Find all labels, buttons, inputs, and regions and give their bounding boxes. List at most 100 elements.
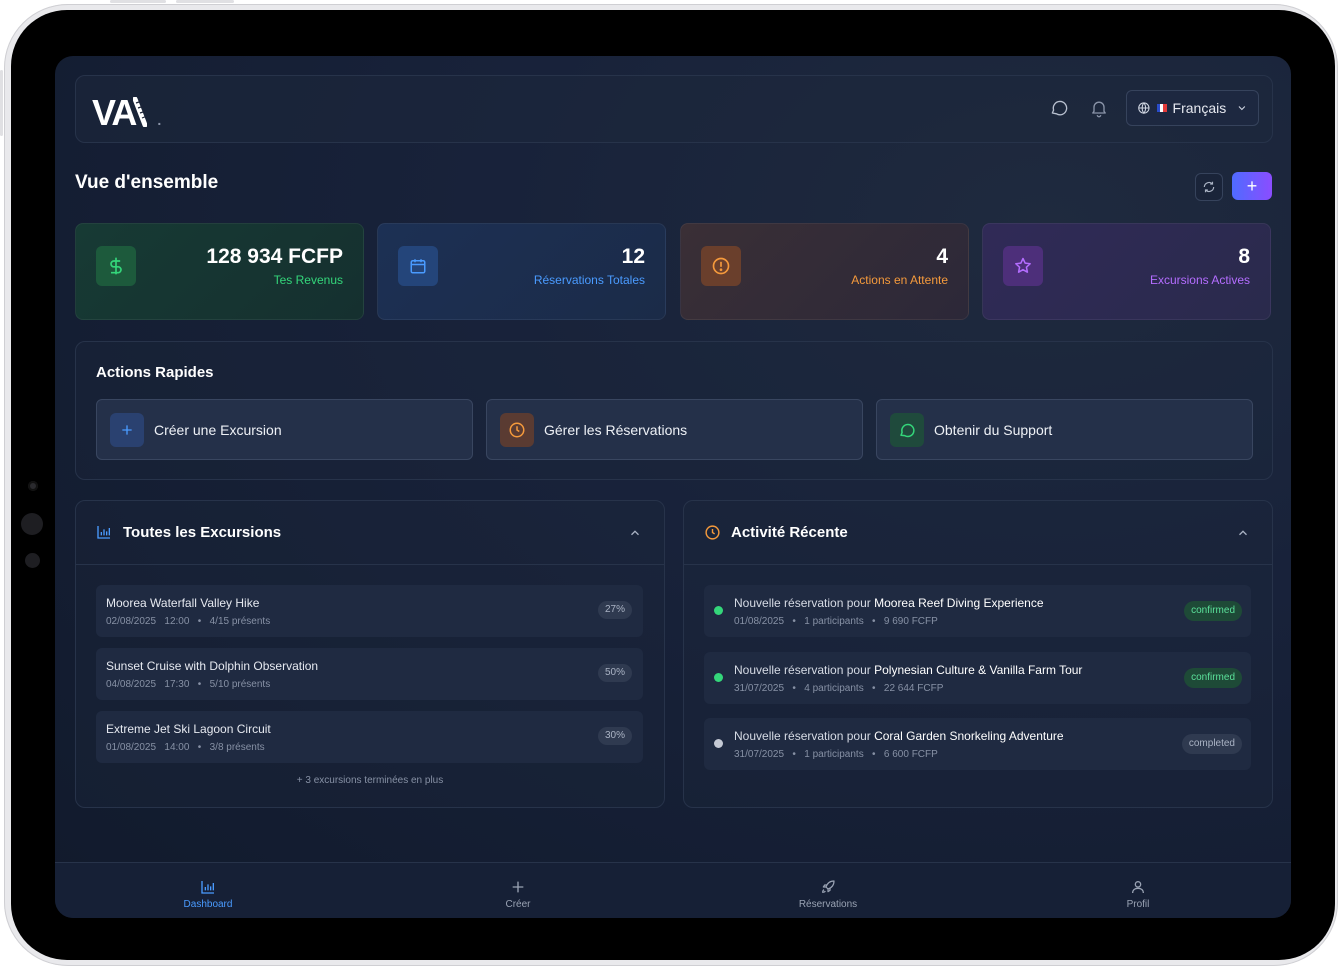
excursions-panel: Toutes les Excursions Moorea Waterfall V… bbox=[75, 500, 665, 808]
activity-row[interactable]: Nouvelle réservation pour Coral Garden S… bbox=[704, 718, 1251, 770]
language-label: Français bbox=[1172, 100, 1227, 116]
stat-card-reservations[interactable]: 12 Réservations Totales bbox=[377, 223, 666, 320]
stat-label: Excursions Actives bbox=[1149, 273, 1250, 287]
excursion-row[interactable]: Moorea Waterfall Valley Hike 02/08/2025 … bbox=[96, 585, 643, 637]
chevron-up-icon[interactable] bbox=[1236, 526, 1250, 540]
excursion-row[interactable]: Sunset Cruise with Dolphin Observation 0… bbox=[96, 648, 643, 700]
stat-label: Actions en Attente bbox=[851, 273, 948, 287]
excursions-header[interactable]: Toutes les Excursions bbox=[76, 501, 664, 565]
bottom-navigation: Dashboard Créer Réservations Profil bbox=[55, 862, 1291, 918]
plus-icon bbox=[512, 881, 524, 893]
chevron-down-icon bbox=[1238, 106, 1246, 111]
chevron-up-icon[interactable] bbox=[628, 526, 642, 540]
chat-icon[interactable] bbox=[1049, 98, 1069, 118]
refresh-button[interactable] bbox=[1195, 173, 1223, 201]
nav-label: Créer bbox=[505, 899, 531, 910]
clock-icon bbox=[705, 525, 720, 540]
language-selector[interactable]: Français bbox=[1126, 90, 1259, 126]
bar-chart-icon bbox=[201, 881, 214, 894]
manage-reservations-button[interactable]: Gérer les Réservations bbox=[486, 399, 863, 460]
quick-action-label: Obtenir du Support bbox=[934, 422, 1053, 438]
camera bbox=[21, 513, 43, 535]
top-header: VA. Français bbox=[75, 75, 1273, 143]
chat-icon bbox=[890, 413, 924, 447]
activity-title: Activité Récente bbox=[731, 524, 848, 541]
stat-value: 8 bbox=[1238, 245, 1250, 268]
quick-actions-title: Actions Rapides bbox=[96, 364, 214, 381]
logo-mark-icon bbox=[132, 96, 148, 128]
excursion-name: Moorea Waterfall Valley Hike bbox=[106, 596, 260, 610]
stat-card-revenue[interactable]: 128 934 FCFP Tes Revenus bbox=[75, 223, 364, 320]
excursion-row[interactable]: Extreme Jet Ski Lagoon Circuit 01/08/202… bbox=[96, 711, 643, 763]
camera bbox=[25, 553, 40, 568]
refresh-icon bbox=[1203, 181, 1215, 193]
excursion-meta: 04/08/2025 17:30 • 5/10 présents bbox=[106, 679, 271, 690]
excursion-fill-badge: 30% bbox=[597, 727, 632, 745]
nav-item-profile[interactable]: Profil bbox=[1058, 863, 1218, 918]
stat-value: 12 bbox=[621, 245, 645, 268]
status-dot bbox=[714, 673, 723, 682]
camera bbox=[28, 481, 38, 491]
flag-fr-icon bbox=[1156, 104, 1167, 112]
stat-card-pending-actions[interactable]: 4 Actions en Attente bbox=[680, 223, 969, 320]
status-badge: confirmed bbox=[1184, 601, 1242, 621]
activity-text: Nouvelle réservation pour Moorea Reef Di… bbox=[734, 596, 1044, 610]
dollar-icon bbox=[96, 246, 136, 286]
logo-text: VA bbox=[92, 92, 137, 133]
excursion-fill-badge: 27% bbox=[597, 601, 632, 619]
excursion-name: Extreme Jet Ski Lagoon Circuit bbox=[106, 722, 271, 736]
user-icon bbox=[1132, 881, 1144, 894]
bar-chart-icon bbox=[97, 526, 110, 539]
activity-row[interactable]: Nouvelle réservation pour Polynesian Cul… bbox=[704, 652, 1251, 704]
activity-header[interactable]: Activité Récente bbox=[684, 501, 1272, 565]
nav-label: Dashboard bbox=[183, 899, 233, 910]
excursion-meta: 01/08/2025 14:00 • 3/8 présents bbox=[106, 742, 265, 753]
excursion-fill-badge: 50% bbox=[597, 664, 632, 682]
app-screen: VA. Français Vue d'ensemble + 128 934 FC… bbox=[55, 56, 1291, 918]
rocket-icon bbox=[822, 880, 835, 893]
status-badge: completed bbox=[1181, 734, 1242, 754]
status-dot bbox=[714, 606, 723, 615]
app-logo[interactable]: VA. bbox=[92, 92, 161, 134]
bell-icon[interactable] bbox=[1089, 98, 1109, 118]
calendar-icon bbox=[398, 246, 438, 286]
star-icon bbox=[1003, 246, 1043, 286]
more-excursions-link[interactable]: + 3 excursions terminées en plus bbox=[76, 775, 664, 786]
quick-actions-panel: Actions Rapides Créer une Excursion Gére… bbox=[75, 341, 1273, 480]
nav-item-reservations[interactable]: Réservations bbox=[748, 863, 908, 918]
get-support-button[interactable]: Obtenir du Support bbox=[876, 399, 1253, 460]
hardware-button bbox=[0, 70, 3, 136]
stat-card-active-excursions[interactable]: 8 Excursions Actives bbox=[982, 223, 1271, 320]
activity-meta: 01/08/2025 • 1 participants • 9 690 FCFP bbox=[734, 616, 938, 627]
stat-label: Réservations Totales bbox=[533, 273, 645, 287]
quick-action-label: Gérer les Réservations bbox=[544, 422, 688, 438]
create-excursion-button[interactable]: Créer une Excursion bbox=[96, 399, 473, 460]
nav-label: Réservations bbox=[798, 899, 858, 910]
hardware-button bbox=[110, 0, 166, 3]
stat-value: 4 bbox=[936, 245, 948, 268]
hardware-button bbox=[176, 0, 234, 3]
activity-meta: 31/07/2025 • 1 participants • 6 600 FCFP bbox=[734, 749, 938, 760]
stat-label: Tes Revenus bbox=[273, 273, 343, 287]
nav-item-dashboard[interactable]: Dashboard bbox=[128, 863, 288, 918]
globe-icon bbox=[1138, 102, 1150, 114]
status-dot bbox=[714, 739, 723, 748]
excursions-title: Toutes les Excursions bbox=[123, 524, 282, 541]
add-button[interactable]: + bbox=[1232, 172, 1272, 200]
status-badge: confirmed bbox=[1184, 668, 1242, 688]
activity-text: Nouvelle réservation pour Coral Garden S… bbox=[734, 729, 1064, 743]
excursion-meta: 02/08/2025 12:00 • 4/15 présents bbox=[106, 616, 271, 627]
activity-meta: 31/07/2025 • 4 participants • 22 644 FCF… bbox=[734, 683, 944, 694]
activity-row[interactable]: Nouvelle réservation pour Moorea Reef Di… bbox=[704, 585, 1251, 637]
activity-panel: Activité Récente Nouvelle réservation po… bbox=[683, 500, 1273, 808]
activity-text: Nouvelle réservation pour Polynesian Cul… bbox=[734, 663, 1083, 677]
page-title: Vue d'ensemble bbox=[75, 172, 219, 193]
excursion-name: Sunset Cruise with Dolphin Observation bbox=[106, 659, 319, 673]
quick-action-label: Créer une Excursion bbox=[154, 422, 282, 438]
stat-value: 128 934 FCFP bbox=[206, 245, 343, 268]
logo-suffix: . bbox=[157, 112, 162, 128]
nav-item-create[interactable]: Créer bbox=[438, 863, 598, 918]
alert-icon bbox=[701, 246, 741, 286]
plus-icon bbox=[110, 413, 144, 447]
clock-icon bbox=[500, 413, 534, 447]
